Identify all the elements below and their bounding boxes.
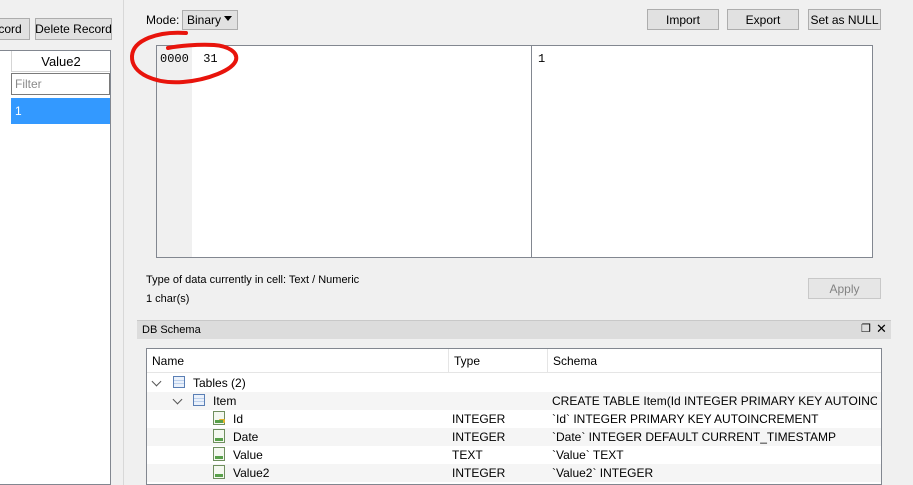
- browse-panel: cord Delete Record Value2 1: [0, 0, 123, 485]
- tree-item-name: Value2: [233, 466, 270, 480]
- schema-dock-title: DB Schema: [142, 324, 201, 336]
- column-header-type[interactable]: Type: [449, 349, 548, 373]
- tree-item-schema: `Value2` INTEGER: [552, 466, 654, 480]
- table-icon: [193, 394, 205, 406]
- chevron-down-icon: [224, 16, 232, 21]
- tree-item-schema: `Id` INTEGER PRIMARY KEY AUTOINCREMENT: [552, 412, 819, 426]
- float-icon[interactable]: ❐: [861, 322, 871, 335]
- tree-item-type: INTEGER: [452, 430, 506, 444]
- import-button[interactable]: Import: [647, 9, 719, 30]
- schema-dock-titlebar[interactable]: DB Schema ❐ ✕: [137, 320, 891, 339]
- tree-row-field-value2[interactable]: Value2 INTEGER `Value2` INTEGER: [147, 464, 881, 482]
- tree-item-name: Id: [233, 412, 244, 426]
- data-grid: Value2 1: [0, 50, 111, 485]
- column-header-schema[interactable]: Schema: [548, 349, 881, 373]
- data-size-info: 1 char(s): [146, 293, 190, 305]
- tree-item-name: Tables (2): [193, 376, 246, 390]
- column-header-value2[interactable]: Value2: [11, 51, 110, 72]
- field-icon: [213, 429, 225, 443]
- export-button[interactable]: Export: [727, 9, 799, 30]
- tree-row-tables[interactable]: Tables (2): [147, 374, 881, 392]
- close-icon[interactable]: ✕: [876, 321, 887, 337]
- filter-input[interactable]: [11, 73, 110, 95]
- tree-item-type: TEXT: [452, 448, 483, 462]
- new-record-button[interactable]: cord: [0, 18, 30, 40]
- hex-divider: [531, 46, 532, 257]
- data-type-info: Type of data currently in cell: Text / N…: [146, 274, 360, 286]
- key-icon: [219, 419, 225, 423]
- tree-item-type: INTEGER: [452, 466, 506, 480]
- annotation-circle: [130, 30, 239, 85]
- tree-row-field-id[interactable]: Id INTEGER `Id` INTEGER PRIMARY KEY AUTO…: [147, 410, 881, 428]
- mode-label: Mode:: [146, 13, 180, 27]
- column-header-name[interactable]: Name: [147, 349, 449, 373]
- chevron-down-icon[interactable]: [172, 394, 183, 405]
- tree-row-item[interactable]: Item CREATE TABLE Item(Id INTEGER PRIMAR…: [147, 392, 881, 410]
- set-null-button[interactable]: Set as NULL: [808, 9, 881, 30]
- tree-row-field-date[interactable]: Date INTEGER `Date` INTEGER DEFAULT CURR…: [147, 428, 881, 446]
- tree-item-schema: `Value` TEXT: [552, 448, 624, 462]
- field-icon: [213, 465, 225, 479]
- chevron-down-icon[interactable]: [151, 376, 162, 387]
- hex-editor[interactable]: 0000 31 1: [156, 45, 873, 258]
- field-icon: [213, 411, 225, 425]
- table-icon: [173, 376, 185, 388]
- tree-item-schema: `Date` INTEGER DEFAULT CURRENT_TIMESTAMP: [552, 430, 837, 444]
- tree-item-name: Item: [213, 394, 237, 408]
- tree-item-name: Date: [233, 430, 259, 444]
- delete-record-button[interactable]: Delete Record: [35, 18, 112, 40]
- mode-select-value: Binary: [187, 13, 222, 27]
- schema-tree[interactable]: Name Type Schema Tables (2) Item CREATE …: [146, 348, 882, 485]
- selected-cell[interactable]: 1: [11, 98, 110, 124]
- field-icon: [213, 447, 225, 461]
- tree-item-schema: CREATE TABLE Item(Id INTEGER PRIMARY KEY…: [552, 394, 877, 408]
- tree-item-name: Value: [233, 448, 263, 462]
- apply-button[interactable]: Apply: [808, 278, 881, 299]
- mode-select[interactable]: Binary: [182, 10, 238, 30]
- ascii-line: 1: [538, 52, 546, 66]
- tree-row-field-value[interactable]: Value TEXT `Value` TEXT: [147, 446, 881, 464]
- tree-item-type: INTEGER: [452, 412, 506, 426]
